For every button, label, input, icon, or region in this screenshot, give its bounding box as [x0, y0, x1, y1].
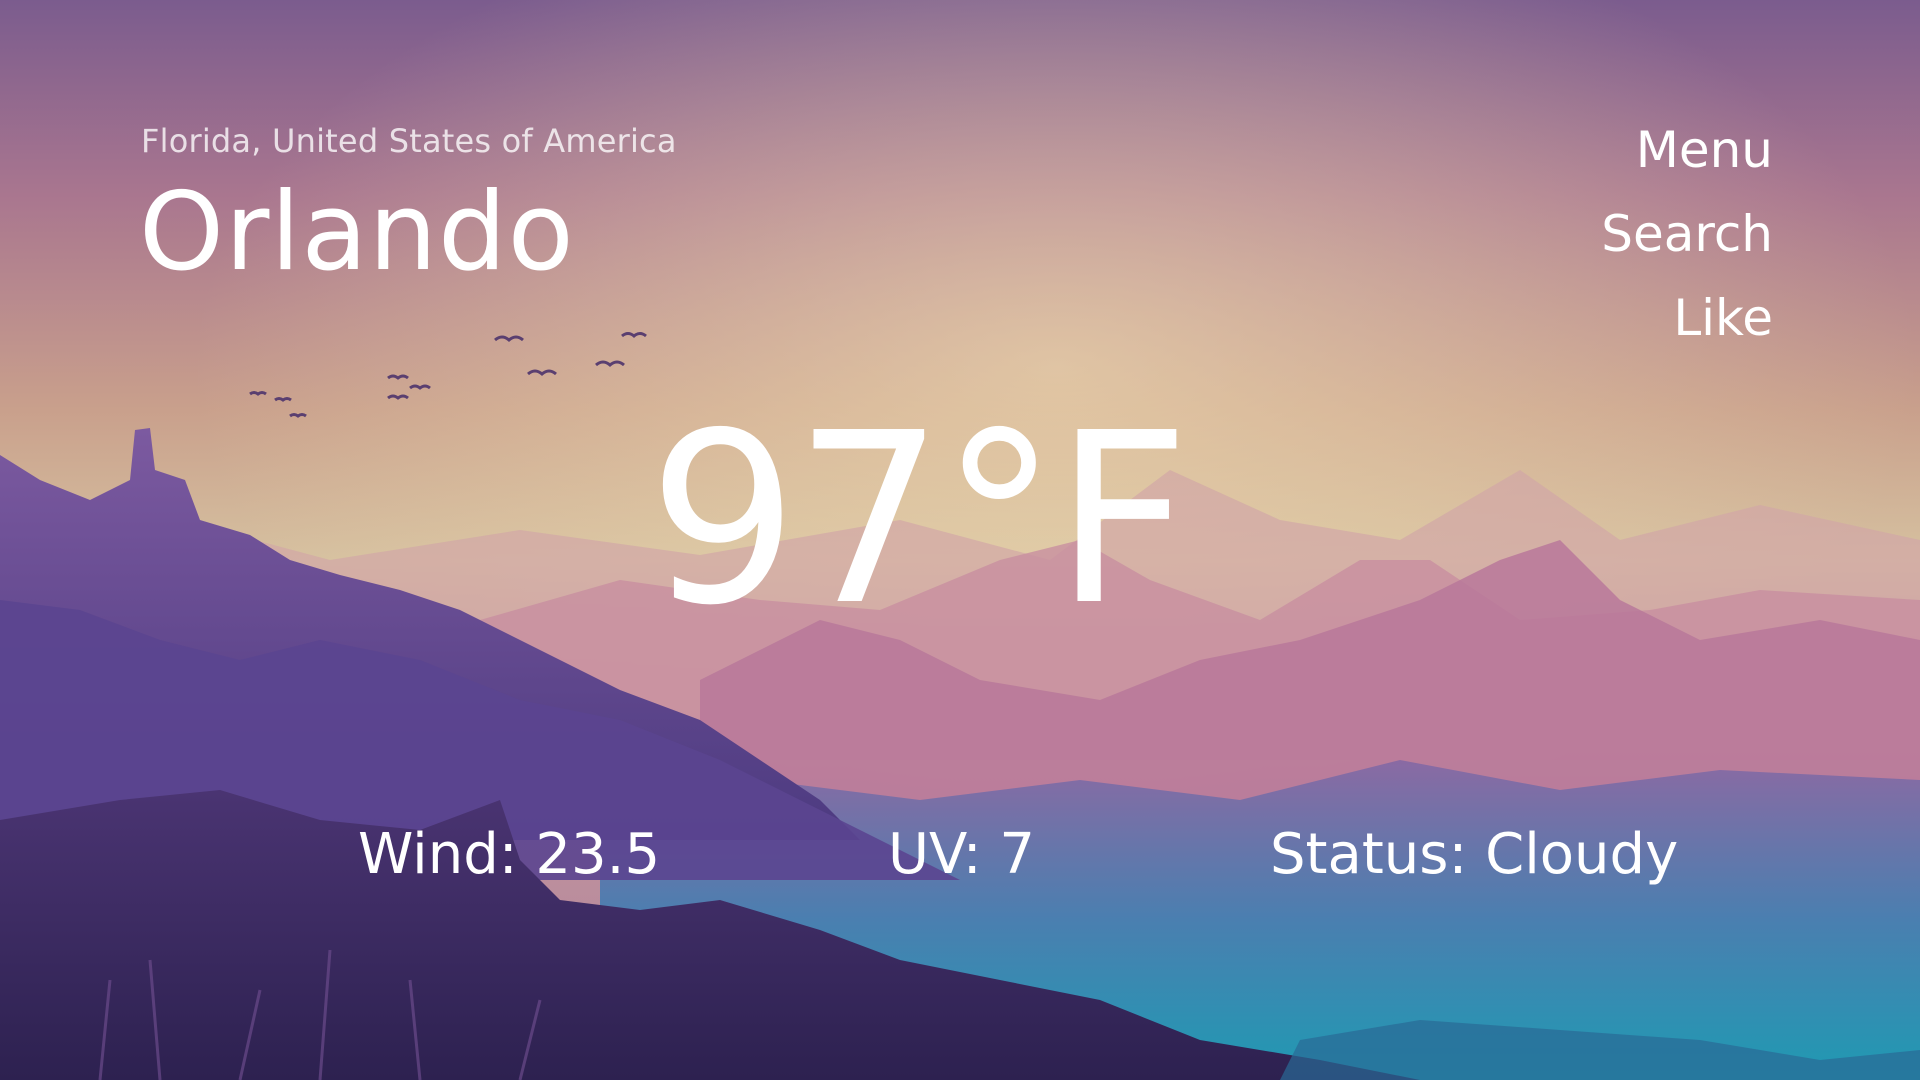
like-link[interactable]: Like: [1601, 276, 1773, 360]
status-stat: Status: Cloudy: [1270, 822, 1679, 887]
city-name: Orlando: [139, 170, 575, 295]
location-region: Florida, United States of America: [141, 122, 677, 160]
search-link[interactable]: Search: [1601, 192, 1773, 276]
temperature-display: 97°F: [648, 382, 1190, 657]
uv-stat: UV: 7: [888, 822, 1036, 887]
wind-stat: Wind: 23.5: [358, 822, 661, 887]
menu-link[interactable]: Menu: [1601, 108, 1773, 192]
top-right-nav: Menu Search Like: [1601, 108, 1773, 360]
weather-stats: Wind: 23.5 UV: 7 Status: Cloudy: [0, 822, 1920, 892]
